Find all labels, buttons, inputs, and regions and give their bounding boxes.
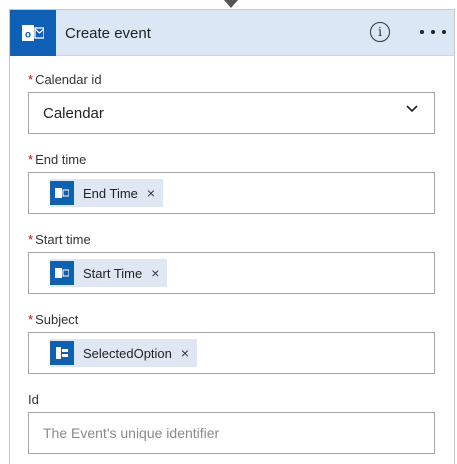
id-input[interactable]: The Event's unique identifier — [28, 412, 435, 454]
start-time-token[interactable]: Start Time × — [50, 259, 168, 287]
calendar-id-label-text: Calendar id — [35, 72, 102, 87]
close-icon[interactable]: × — [181, 346, 189, 360]
token-label: SelectedOption — [83, 345, 172, 361]
card-header[interactable]: o Create event i — [10, 10, 454, 56]
close-icon[interactable]: × — [147, 186, 155, 200]
svg-text:o: o — [25, 30, 31, 41]
flow-connector-arrow — [224, 0, 238, 8]
card-title: Create event — [65, 25, 151, 42]
start-time-label: * Start time — [28, 232, 91, 247]
required-marker: * — [28, 152, 34, 167]
subject-label: * Subject — [28, 312, 78, 327]
calendar-id-label: * Calendar id — [28, 72, 102, 87]
start-time-label-text: Start time — [35, 232, 91, 247]
required-marker: * — [28, 232, 34, 247]
outlook-icon: o — [10, 10, 56, 56]
info-icon[interactable]: i — [370, 22, 390, 42]
subject-token[interactable]: SelectedOption × — [50, 339, 198, 367]
token-label: End Time — [83, 185, 138, 201]
more-dots-icon[interactable] — [420, 24, 446, 40]
close-icon[interactable]: × — [151, 266, 159, 280]
form-token-icon — [50, 341, 74, 365]
subject-field[interactable]: SelectedOption × — [28, 332, 435, 374]
chevron-down-icon — [406, 105, 418, 113]
calendar-id-dropdown[interactable]: Calendar — [28, 92, 435, 134]
id-label-text: Id — [28, 392, 39, 407]
outlook-token-icon — [50, 261, 74, 285]
end-time-token[interactable]: End Time × — [50, 179, 164, 207]
id-placeholder: The Event's unique identifier — [43, 425, 220, 441]
calendar-id-value: Calendar — [43, 105, 104, 122]
required-marker: * — [28, 312, 34, 327]
token-label: Start Time — [83, 265, 143, 281]
create-event-card: o Create event i * Calendar id Calendar *… — [9, 9, 455, 464]
end-time-field[interactable]: End Time × — [28, 172, 435, 214]
end-time-label: * End time — [28, 152, 86, 167]
subject-label-text: Subject — [35, 312, 79, 327]
required-marker: * — [28, 72, 34, 87]
id-label: Id — [28, 392, 39, 407]
outlook-token-icon — [50, 181, 74, 205]
start-time-field[interactable]: Start Time × — [28, 252, 435, 294]
end-time-label-text: End time — [35, 152, 87, 167]
